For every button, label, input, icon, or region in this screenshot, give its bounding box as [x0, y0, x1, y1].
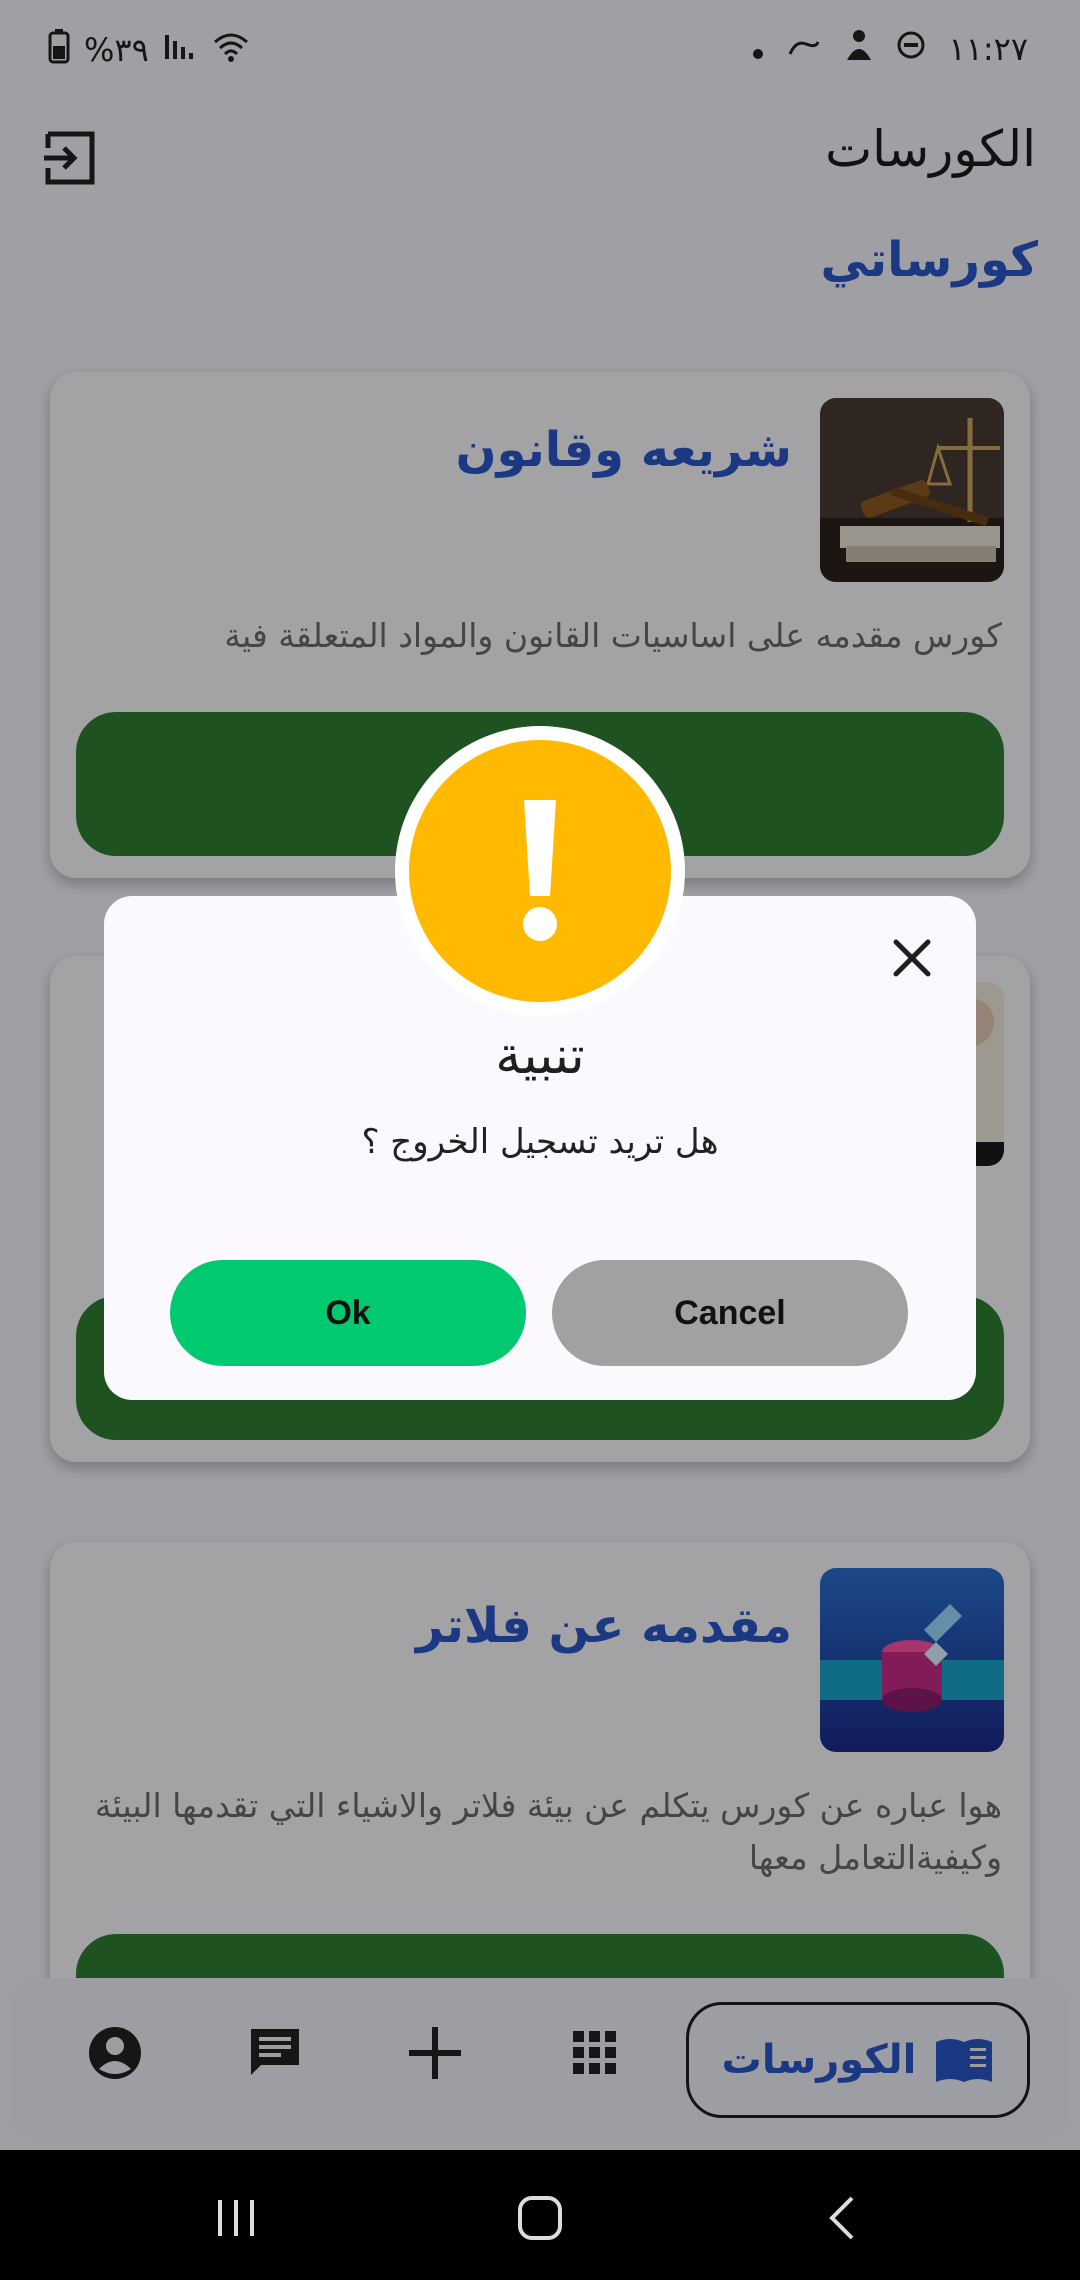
- recent-apps-button[interactable]: [206, 2190, 266, 2246]
- warning-icon: [409, 740, 671, 1002]
- close-icon: [893, 939, 931, 977]
- recent-apps-icon: [218, 2200, 254, 2236]
- app-screen: %٣٩ ١١:٢٧ الكورسات كورساتي شريعه وقانون …: [0, 0, 1080, 2150]
- home-icon: [518, 2196, 562, 2240]
- dialog-message: هل تريد تسجيل الخروج ؟: [361, 1122, 719, 1162]
- home-button[interactable]: [510, 2190, 570, 2246]
- back-icon: [829, 2196, 854, 2240]
- cancel-button[interactable]: Cancel: [552, 1260, 908, 1366]
- close-dialog-button[interactable]: [884, 930, 940, 986]
- dialog-title: تنبية: [495, 1026, 585, 1086]
- ok-button[interactable]: Ok: [170, 1260, 526, 1366]
- back-button[interactable]: [812, 2190, 872, 2246]
- warning-badge: [395, 726, 685, 1016]
- system-navigation-bar: [0, 2150, 1080, 2280]
